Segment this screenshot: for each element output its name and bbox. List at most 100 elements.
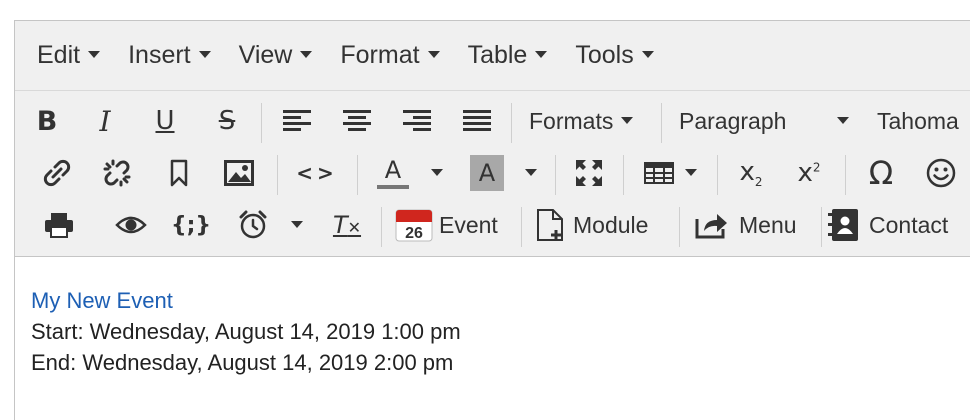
toolbar-row-2: <> A A x2 x2 Ω (15, 147, 970, 199)
menubar: Edit Insert View Format Table Tools (15, 21, 970, 91)
toolbar: B I U S Formats Paragraph Tahoma <> A A … (15, 91, 970, 257)
toolbar-row-3: {;} T✕ 26 Event Module Menu Contact (15, 199, 970, 251)
event-link-line: My New Event (31, 285, 970, 316)
background-color-icon: A (478, 159, 496, 187)
align-center-button[interactable] (339, 95, 375, 147)
menu-tools-label: Tools (575, 41, 634, 69)
insert-link-button[interactable] (37, 147, 77, 199)
menu-table[interactable]: Table (454, 34, 562, 78)
subscript-icon: x2 (739, 157, 762, 189)
insert-datetime-button[interactable] (233, 199, 273, 251)
fullscreen-icon (576, 160, 602, 186)
link-icon (43, 159, 71, 187)
special-character-button[interactable]: Ω (859, 147, 903, 199)
chevron-down-icon (427, 51, 440, 58)
event-label: Event (439, 211, 498, 238)
align-right-button[interactable] (399, 95, 435, 147)
chevron-down-icon (198, 51, 211, 58)
image-icon (224, 160, 254, 186)
module-label: Module (573, 211, 649, 238)
align-justify-button[interactable] (459, 95, 495, 147)
background-color-dropdown[interactable] (517, 147, 545, 199)
anchor-button[interactable] (161, 147, 197, 199)
text-color-button[interactable]: A (371, 147, 415, 199)
menu-format-label: Format (340, 41, 420, 69)
menu-edit-label: Edit (37, 41, 81, 69)
file-plus-icon (537, 209, 563, 241)
background-color-swatch: A (470, 155, 504, 191)
code-sample-button[interactable]: {;} (169, 199, 213, 251)
insert-image-button[interactable] (219, 147, 259, 199)
strikethrough-icon: S (218, 106, 236, 136)
fullscreen-button[interactable] (569, 147, 609, 199)
chevron-down-icon (685, 168, 697, 176)
menu-edit[interactable]: Edit (23, 34, 114, 78)
calendar-day: 26 (405, 225, 423, 242)
menu-link-button[interactable]: Menu (695, 199, 813, 251)
underline-icon: U (155, 106, 175, 136)
formats-dropdown[interactable]: Formats (529, 95, 657, 147)
remove-link-button[interactable] (97, 147, 137, 199)
contact-label: Contact (869, 211, 949, 238)
contact-button[interactable]: Contact (827, 199, 970, 251)
omega-icon: Ω (868, 154, 894, 192)
align-center-icon (343, 110, 371, 131)
align-justify-icon (463, 110, 491, 131)
subscript-index: 2 (754, 175, 763, 190)
bold-button[interactable]: B (29, 95, 65, 147)
menu-tools[interactable]: Tools (561, 34, 667, 78)
chevron-down-icon (291, 220, 303, 228)
menu-format[interactable]: Format (326, 34, 453, 78)
toolbar-separator (381, 207, 382, 247)
calendar-icon: 26 (395, 209, 433, 242)
share-icon (695, 214, 727, 239)
toolbar-separator (555, 155, 556, 195)
source-code-button[interactable]: <> (291, 147, 343, 199)
event-end-line: End: Wednesday, August 14, 2019 2:00 pm (31, 350, 454, 375)
module-button[interactable]: Module (535, 199, 667, 251)
text-color-dropdown[interactable] (423, 147, 451, 199)
italic-button[interactable]: I (87, 95, 123, 147)
chevron-down-icon (641, 51, 654, 58)
superscript-button[interactable]: x2 (789, 147, 829, 199)
block-format-select[interactable]: Paragraph (679, 95, 859, 147)
block-format-value: Paragraph (679, 107, 787, 134)
clear-formatting-letter: T (332, 211, 348, 239)
insert-datetime-dropdown[interactable] (283, 199, 311, 251)
code-icon: <> (296, 161, 338, 185)
table-dropdown[interactable] (679, 147, 703, 199)
subscript-button[interactable]: x2 (731, 147, 771, 199)
font-family-value: Tahoma (877, 107, 959, 134)
event-link[interactable]: My New Event (31, 288, 173, 313)
clear-formatting-button[interactable]: T✕ (325, 199, 369, 251)
underline-button[interactable]: U (147, 95, 183, 147)
toolbar-row-1: B I U S Formats Paragraph Tahoma (15, 95, 970, 147)
toolbar-separator (845, 155, 846, 195)
toolbar-separator (679, 207, 680, 247)
editor-content[interactable]: My New Event Start: Wednesday, August 14… (15, 257, 970, 420)
align-left-button[interactable] (279, 95, 315, 147)
font-family-select[interactable]: Tahoma (877, 95, 970, 147)
toolbar-separator (623, 155, 624, 195)
superscript-letter: x (797, 158, 813, 188)
formats-label: Formats (529, 107, 614, 134)
event-button[interactable]: 26 Event (395, 199, 505, 251)
toolbar-separator (261, 103, 262, 143)
toolbar-separator (661, 103, 662, 143)
print-button[interactable] (39, 199, 79, 251)
chevron-down-icon (300, 51, 313, 58)
clear-formatting-icon: T✕ (332, 211, 362, 239)
menu-view[interactable]: View (225, 34, 327, 78)
chevron-down-icon (535, 51, 548, 58)
strikethrough-button[interactable]: S (209, 95, 245, 147)
toolbar-separator (357, 155, 358, 195)
menu-insert[interactable]: Insert (114, 34, 225, 78)
superscript-index: 2 (812, 160, 821, 175)
table-button[interactable] (639, 147, 679, 199)
emoticons-button[interactable] (919, 147, 963, 199)
preview-button[interactable] (109, 199, 153, 251)
align-left-icon (283, 110, 311, 131)
background-color-button[interactable]: A (465, 147, 509, 199)
menu-link-label: Menu (739, 211, 797, 238)
text-color-icon: A (384, 156, 402, 184)
